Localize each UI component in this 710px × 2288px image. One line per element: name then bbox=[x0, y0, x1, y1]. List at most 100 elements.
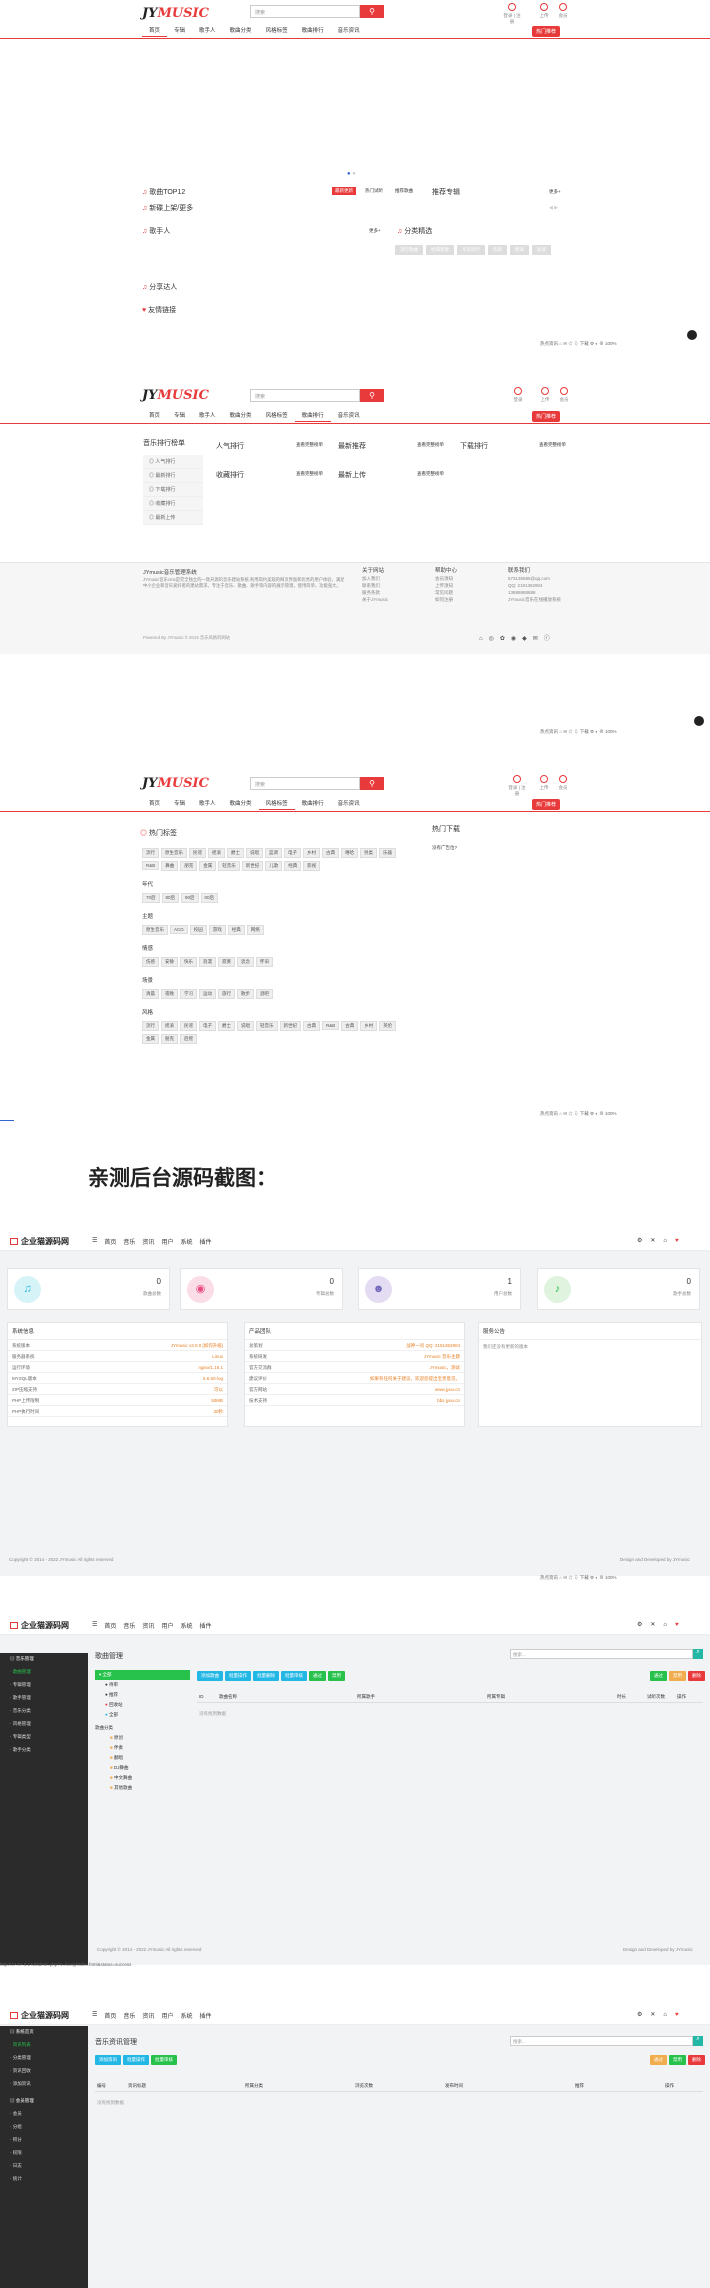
tag-item[interactable]: 嘻哈 bbox=[341, 848, 358, 858]
nav-home[interactable]: 首页 bbox=[142, 800, 167, 810]
tag-item[interactable]: 民谣 bbox=[189, 848, 206, 858]
tag-item[interactable]: 古典 bbox=[341, 1021, 359, 1031]
tag-item[interactable]: 酒吧 bbox=[256, 989, 273, 999]
tag-item[interactable]: 学习 bbox=[180, 989, 197, 999]
tag-item[interactable]: 朋克 bbox=[180, 861, 198, 871]
admin-menu-item[interactable]: 用户 bbox=[161, 1237, 173, 1246]
tag-item[interactable]: 民谣 bbox=[180, 1021, 197, 1031]
search-input[interactable]: 搜索 bbox=[250, 389, 360, 402]
category-tag[interactable]: 民谣 bbox=[532, 245, 551, 255]
nav-singer[interactable]: 歌手人 bbox=[192, 800, 223, 810]
upload-icon[interactable]: 上传 bbox=[536, 387, 554, 403]
tree-item[interactable]: ● 推荐 bbox=[95, 1690, 190, 1700]
disable-right-button[interactable]: 禁用 bbox=[669, 2055, 686, 2065]
table-column-header[interactable]: 所属歌手 bbox=[357, 1694, 375, 1700]
nav-album[interactable]: 专辑 bbox=[167, 412, 192, 422]
tree-item[interactable]: ● 回收站 bbox=[95, 1700, 190, 1710]
table-column-header[interactable]: 操作 bbox=[665, 2083, 674, 2089]
approve-right-button[interactable]: 通过 bbox=[650, 2055, 667, 2065]
sidebar-item[interactable]: · 歌手分类 bbox=[0, 1744, 88, 1757]
pager-arrows[interactable]: ◀ ▶ bbox=[549, 205, 558, 211]
tree-item[interactable]: ● 全部 bbox=[95, 1710, 190, 1720]
nav-genre[interactable]: 歌曲分类 bbox=[223, 800, 259, 810]
admin-header-icons[interactable]: ⚙✕⌂♥ bbox=[637, 1621, 687, 1628]
admin-logo[interactable]: 企业猫源码网 bbox=[10, 1236, 69, 1247]
admin-menu-item[interactable]: 首页 bbox=[104, 2011, 116, 2020]
rank-side-item[interactable]: ◎ 最新上传 bbox=[143, 511, 203, 525]
rank-side-item[interactable]: ◎ 收藏排行 bbox=[143, 497, 203, 511]
sidebar-item[interactable]: · 歌手管理 bbox=[0, 1692, 88, 1705]
sidebar-item[interactable]: · 添加资讯 bbox=[0, 2078, 88, 2091]
admin-logo[interactable]: 企业猫源码网 bbox=[10, 1620, 69, 1631]
admin-header-icons[interactable]: ⚙✕⌂♥ bbox=[637, 1237, 687, 1244]
site-logo[interactable]: JYMUSIC bbox=[142, 388, 209, 403]
user-login-icon[interactable]: 登录 bbox=[509, 387, 527, 403]
admin-header-icons[interactable]: ⚙✕⌂♥ bbox=[637, 2011, 687, 2018]
sidebar-item[interactable]: · 权限 bbox=[0, 2147, 88, 2160]
vip-icon[interactable]: 会员 bbox=[554, 775, 572, 791]
search-icon[interactable]: ⚲ bbox=[360, 777, 384, 790]
add-news-button[interactable]: 添加资讯 bbox=[95, 2055, 121, 2065]
sidebar-item[interactable]: · 会员 bbox=[0, 2108, 88, 2121]
nav-album[interactable]: 专辑 bbox=[167, 800, 192, 810]
search-input[interactable]: 搜索 bbox=[250, 5, 360, 18]
category-tag[interactable]: 摇滚 bbox=[510, 245, 529, 255]
sidebar-item[interactable]: · 统计 bbox=[0, 2173, 88, 2186]
tree2-item[interactable]: ■ 中文舞曲 bbox=[95, 1773, 190, 1783]
nav-album[interactable]: 专辑 bbox=[167, 27, 192, 37]
search-input[interactable]: 搜索... bbox=[510, 2036, 693, 2046]
nav-genre[interactable]: 歌曲分类 bbox=[223, 27, 259, 37]
menu-toggle-icon[interactable]: ☰ bbox=[92, 2011, 97, 2020]
tag-item[interactable]: 电子 bbox=[199, 1021, 216, 1031]
nav-tags[interactable]: 风格标签 bbox=[258, 800, 295, 810]
tag-item[interactable]: 后摇 bbox=[180, 1034, 197, 1044]
category-tag[interactable]: 流行歌曲 bbox=[395, 245, 423, 255]
sidebar-item[interactable]: · 积分 bbox=[0, 2134, 88, 2147]
hot-badge[interactable]: 热门推荐 bbox=[532, 799, 561, 810]
sidebar-item[interactable]: · 资讯列表 bbox=[0, 2039, 88, 2052]
tag-item[interactable]: 金属 bbox=[199, 861, 217, 871]
tag-item[interactable]: 怀旧 bbox=[256, 957, 273, 967]
site-logo[interactable]: JYMUSIC bbox=[142, 776, 209, 791]
rank-link[interactable]: 查看完整榜单 bbox=[417, 471, 444, 477]
tag-item[interactable]: 网络 bbox=[246, 925, 264, 935]
chat-icon[interactable] bbox=[687, 330, 697, 340]
tag-item[interactable]: 流行 bbox=[142, 848, 159, 858]
tag-item[interactable]: 旅行 bbox=[218, 989, 235, 999]
batch-button[interactable]: 批量操作 bbox=[225, 1671, 251, 1681]
tag-item[interactable]: 舞曲 bbox=[161, 861, 179, 871]
category-tag[interactable]: 经典老歌 bbox=[426, 245, 454, 255]
sidebar-item[interactable]: · 日志 bbox=[0, 2160, 88, 2173]
tree2-item[interactable]: ■ 其他歌曲 bbox=[95, 1783, 190, 1793]
tree-item[interactable]: ● 待审 bbox=[95, 1680, 190, 1690]
admin-menu-item[interactable]: 音乐 bbox=[123, 1621, 135, 1630]
tag-item[interactable]: 爵士 bbox=[218, 1021, 235, 1031]
tag-item[interactable]: 浪漫 bbox=[199, 957, 216, 967]
admin-logo[interactable]: 企业猫源码网 bbox=[10, 2010, 69, 2021]
rank-link[interactable]: 查看完整榜单 bbox=[296, 471, 323, 477]
tag-item[interactable]: 安静 bbox=[161, 957, 178, 967]
admin-menu-item[interactable]: 首页 bbox=[104, 1237, 116, 1246]
table-column-header[interactable]: 所属专辑 bbox=[487, 1694, 505, 1700]
vip-icon[interactable]: 会员 bbox=[555, 387, 573, 403]
menu-toggle-icon[interactable]: ☰ bbox=[92, 1621, 97, 1630]
search-icon[interactable]: ⌕ bbox=[693, 1649, 703, 1659]
search-input[interactable]: 搜索... bbox=[510, 1649, 693, 1659]
admin-menu-item[interactable]: 系统 bbox=[180, 1621, 192, 1630]
tag-item[interactable]: 70后 bbox=[142, 893, 160, 903]
sidebar-item[interactable]: · 音乐分类 bbox=[0, 1705, 88, 1718]
nav-news[interactable]: 音乐资讯 bbox=[331, 27, 367, 37]
category-tag[interactable]: 伤感 bbox=[488, 245, 507, 255]
batch-delete-button[interactable]: 批量删除 bbox=[253, 1671, 279, 1681]
search-icon[interactable]: ⚲ bbox=[360, 389, 384, 402]
admin-menu-item[interactable]: 系统 bbox=[180, 2011, 192, 2020]
table-column-header[interactable]: 浏览次数 bbox=[355, 2083, 373, 2089]
batch-audit-button[interactable]: 批量审核 bbox=[281, 1671, 307, 1681]
nav-rank[interactable]: 歌曲排行 bbox=[295, 800, 331, 810]
tab-latest[interactable]: 最新更新 bbox=[332, 187, 356, 195]
tag-item[interactable]: 英伦 bbox=[379, 1021, 397, 1031]
tag-item[interactable]: 金属 bbox=[142, 1034, 159, 1044]
tag-item[interactable]: 经典 bbox=[227, 925, 245, 935]
sidebar-item[interactable]: · 分组 bbox=[0, 2121, 88, 2134]
tag-item[interactable]: 思念 bbox=[237, 957, 254, 967]
